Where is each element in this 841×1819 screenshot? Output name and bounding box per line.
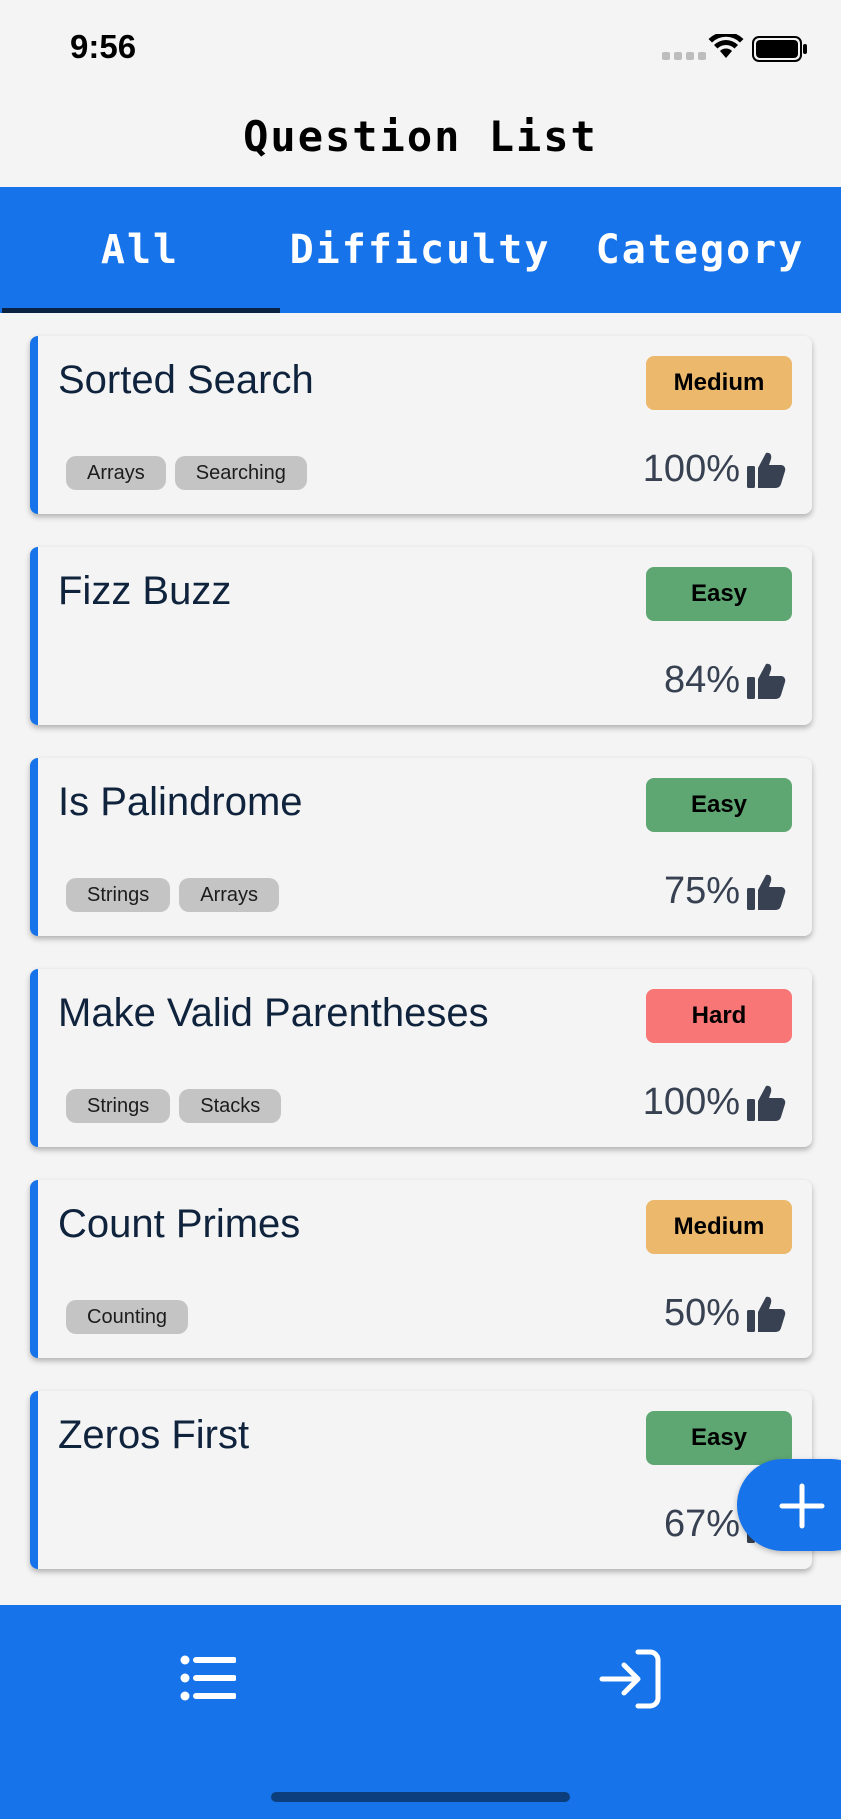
rating: 100% (643, 1081, 786, 1124)
thumbs-up-icon (747, 663, 786, 699)
tag-list: Arrays Searching (66, 456, 307, 490)
question-card[interactable]: Zeros First Easy 67% (30, 1391, 812, 1569)
wifi-icon (708, 34, 744, 58)
thumbs-up-icon (747, 874, 786, 910)
rating-percent: 100% (642, 448, 740, 490)
cellular-signal-icon (662, 52, 706, 60)
thumbs-up-icon (747, 1296, 786, 1332)
list-icon[interactable] (180, 1655, 236, 1701)
category-tag: Arrays (66, 456, 166, 490)
difficulty-badge: Medium (646, 1200, 792, 1254)
category-tag: Strings (66, 878, 171, 912)
tab-difficulty[interactable]: Difficulty (280, 187, 560, 313)
difficulty-badge: Easy (646, 1411, 792, 1465)
tab-bar: All Difficulty Category (0, 187, 841, 313)
category-tag: Stacks (179, 1089, 282, 1123)
question-title: Fizz Buzz (58, 569, 232, 613)
rating: 75% (664, 870, 786, 913)
tab-all[interactable]: All (0, 187, 280, 313)
question-title: Is Palindrome (58, 780, 303, 824)
rating: 100% (643, 448, 786, 491)
question-card[interactable]: Is Palindrome Easy Strings Arrays 75% (30, 758, 812, 936)
rating-percent: 100% (642, 1081, 740, 1123)
rating-percent: 84% (663, 659, 740, 701)
home-indicator (271, 1792, 570, 1802)
category-tag: Arrays (179, 878, 280, 912)
rating-percent: 67% (663, 1503, 740, 1545)
question-card[interactable]: Fizz Buzz Easy 84% (30, 547, 812, 725)
difficulty-badge: Easy (646, 567, 792, 621)
rating-percent: 50% (663, 1292, 740, 1334)
tab-category[interactable]: Category (560, 187, 840, 313)
question-card[interactable]: Count Primes Medium Counting 50% (30, 1180, 812, 1358)
login-icon[interactable] (598, 1648, 662, 1710)
plus-icon (779, 1483, 825, 1529)
question-card[interactable]: Sorted Search Medium Arrays Searching 100% (30, 336, 812, 514)
bottom-nav (0, 1605, 841, 1819)
category-tag: Searching (174, 456, 307, 490)
question-list: Sorted Search Medium Arrays Searching 100% Fi… (30, 336, 812, 1602)
difficulty-badge: Easy (646, 778, 792, 832)
question-title: Zeros First (58, 1413, 250, 1457)
category-tag: Counting (66, 1300, 189, 1334)
tag-list: Strings Stacks (66, 1089, 282, 1123)
difficulty-badge: Hard (646, 989, 792, 1043)
status-time: 9:56 (70, 28, 137, 65)
question-card[interactable]: Make Valid Parentheses Hard Strings Stacks 1… (30, 969, 812, 1147)
thumbs-up-icon (747, 1085, 786, 1121)
rating: 84% (664, 659, 786, 702)
question-title: Make Valid Parentheses (58, 991, 489, 1035)
tag-list: Counting (66, 1300, 189, 1334)
category-tag: Strings (66, 1089, 171, 1123)
page-title: Question List (243, 112, 598, 161)
thumbs-up-icon (747, 452, 786, 488)
tag-list: Strings Arrays (66, 878, 280, 912)
difficulty-badge: Medium (646, 356, 792, 410)
rating-percent: 75% (663, 870, 740, 912)
status-bar: 9:56 (0, 0, 841, 100)
add-question-button[interactable] (737, 1459, 841, 1551)
question-title: Sorted Search (58, 358, 314, 402)
battery-icon (752, 36, 807, 62)
question-title: Count Primes (58, 1202, 301, 1246)
rating: 50% (664, 1292, 786, 1335)
